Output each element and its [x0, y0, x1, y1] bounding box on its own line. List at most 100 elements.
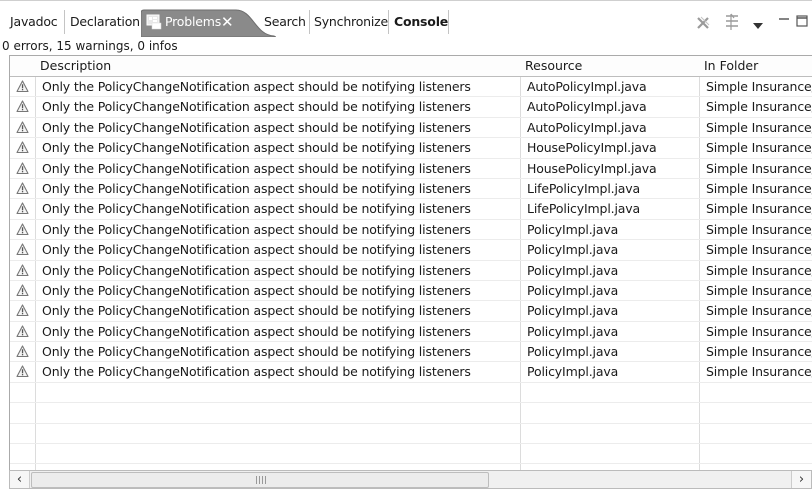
row-folder: Simple Insurance/s [706, 323, 812, 339]
row-resource: PolicyImpl.java [527, 344, 619, 360]
row-description: Only the PolicyChangeNotification aspect… [42, 323, 471, 339]
row-resource: AutoPolicyImpl.java [527, 99, 647, 115]
table-row[interactable]: Only the PolicyChangeNotification aspect… [10, 281, 812, 302]
warning-icon [16, 325, 29, 337]
problems-table: Description Resource In Folder Only the … [9, 55, 812, 470]
tab-search[interactable]: Search [260, 9, 306, 35]
table-row[interactable]: Only the PolicyChangeNotification aspect… [10, 97, 812, 118]
warning-icon [16, 162, 29, 174]
scroll-left-icon[interactable]: ‹ [10, 471, 30, 488]
tab-declaration[interactable]: Declaration [66, 9, 140, 35]
tab-divider [64, 10, 65, 34]
horizontal-scrollbar[interactable]: ‹ › [9, 470, 812, 489]
row-resource: AutoPolicyImpl.java [527, 79, 647, 94]
row-description: Only the PolicyChangeNotification aspect… [42, 79, 471, 94]
row-folder: Simple Insurance/s [706, 364, 812, 380]
table-row[interactable]: Only the PolicyChangeNotification aspect… [10, 362, 812, 383]
table-row[interactable]: Only the PolicyChangeNotification aspect… [10, 220, 812, 241]
row-folder: Simple Insurance/s [706, 99, 812, 115]
tab-problems-label: Problems [165, 14, 222, 29]
view-menu-icon[interactable] [752, 16, 764, 36]
row-folder: Simple Insurance/s [706, 282, 812, 298]
table-row[interactable]: Only the PolicyChangeNotification aspect… [10, 159, 812, 179]
row-resource: PolicyImpl.java [527, 221, 619, 237]
maximize-icon[interactable] [795, 11, 809, 31]
scroll-right-icon[interactable]: › [791, 471, 811, 488]
row-resource: LifePolicyImpl.java [527, 201, 641, 217]
table-row[interactable]: Only the PolicyChangeNotification aspect… [10, 179, 812, 200]
row-description: Only the PolicyChangeNotification aspect… [42, 201, 471, 217]
problems-summary: 0 errors, 15 warnings, 0 infos [2, 39, 178, 53]
warning-icon [16, 100, 29, 113]
view-tab-bar: Javadoc Declaration Problems ✕ Search Sy… [0, 0, 812, 37]
row-description: Only the PolicyChangeNotification aspect… [42, 221, 471, 237]
row-folder: Simple Insurance/s [706, 119, 812, 135]
row-description: Only the PolicyChangeNotification aspect… [42, 303, 471, 319]
table-row[interactable]: Only the PolicyChangeNotification aspect… [10, 301, 812, 322]
table-row[interactable]: Only the PolicyChangeNotification aspect… [10, 77, 812, 98]
row-folder: Simple Insurance/s [706, 344, 812, 360]
header-icon-column[interactable] [10, 56, 35, 76]
warning-icon [16, 365, 29, 378]
table-body: Only the PolicyChangeNotification aspect… [10, 77, 812, 465]
warning-icon [16, 223, 29, 235]
row-resource: PolicyImpl.java [527, 303, 619, 319]
warning-icon [16, 141, 29, 154]
close-icon[interactable]: ✕ [221, 9, 234, 35]
row-resource: PolicyImpl.java [527, 262, 619, 278]
row-description: Only the PolicyChangeNotification aspect… [42, 99, 471, 115]
empty-row [10, 424, 812, 445]
empty-row [10, 403, 812, 424]
table-row[interactable]: Only the PolicyChangeNotification aspect… [10, 118, 812, 139]
tab-problems[interactable]: Problems ✕ [141, 9, 276, 37]
filter-icon[interactable] [724, 12, 740, 32]
problems-icon [146, 14, 162, 30]
row-resource: AutoPolicyImpl.java [527, 119, 647, 135]
grip-icon [256, 476, 266, 484]
header-description[interactable]: Description [35, 56, 520, 76]
table-row[interactable]: Only the PolicyChangeNotification aspect… [10, 138, 812, 159]
row-folder: Simple Insurance/s [706, 303, 812, 319]
row-resource: PolicyImpl.java [527, 282, 619, 298]
table-row[interactable]: Only the PolicyChangeNotification aspect… [10, 240, 812, 261]
scroll-thumb[interactable] [31, 472, 489, 488]
header-resource[interactable]: Resource [520, 56, 699, 76]
table-row[interactable]: Only the PolicyChangeNotification aspect… [10, 199, 812, 220]
minimize-icon[interactable] [777, 11, 791, 31]
warning-icon [16, 304, 29, 317]
table-header: Description Resource In Folder [10, 56, 812, 77]
row-folder: Simple Insurance/s [706, 221, 812, 237]
row-description: Only the PolicyChangeNotification aspect… [42, 119, 471, 135]
tab-console[interactable]: Console [390, 9, 448, 35]
row-resource: HousePolicyImpl.java [527, 140, 657, 156]
row-folder: Simple Insurance/s [706, 140, 812, 156]
row-folder: Simple Insurance/s [706, 160, 812, 176]
row-resource: HousePolicyImpl.java [527, 160, 657, 176]
warning-icon [16, 345, 29, 358]
table-row[interactable]: Only the PolicyChangeNotification aspect… [10, 261, 812, 281]
row-description: Only the PolicyChangeNotification aspect… [42, 344, 471, 360]
table-row[interactable]: Only the PolicyChangeNotification aspect… [10, 322, 812, 343]
tab-divider [448, 10, 449, 34]
row-folder: Simple Insurance/s [706, 242, 812, 258]
header-in-folder[interactable]: In Folder [699, 56, 812, 76]
warning-icon [16, 121, 29, 133]
row-resource: PolicyImpl.java [527, 323, 619, 339]
warning-icon [16, 202, 29, 215]
tab-synchronize[interactable]: Synchronize [310, 9, 388, 35]
warning-icon [16, 243, 29, 256]
tab-javadoc[interactable]: Javadoc [6, 9, 58, 35]
row-description: Only the PolicyChangeNotification aspect… [42, 262, 471, 278]
table-row[interactable]: Only the PolicyChangeNotification aspect… [10, 342, 812, 363]
row-description: Only the PolicyChangeNotification aspect… [42, 180, 471, 196]
row-folder: Simple Insurance/s [706, 201, 812, 217]
empty-row [10, 444, 812, 465]
row-description: Only the PolicyChangeNotification aspect… [42, 364, 471, 380]
row-description: Only the PolicyChangeNotification aspect… [42, 282, 471, 298]
row-resource: PolicyImpl.java [527, 242, 619, 258]
row-folder: Simple Insurance/s [706, 180, 812, 196]
warning-icon [16, 263, 29, 276]
delete-all-icon[interactable] [696, 13, 710, 33]
empty-row [10, 383, 812, 404]
row-description: Only the PolicyChangeNotification aspect… [42, 242, 471, 258]
